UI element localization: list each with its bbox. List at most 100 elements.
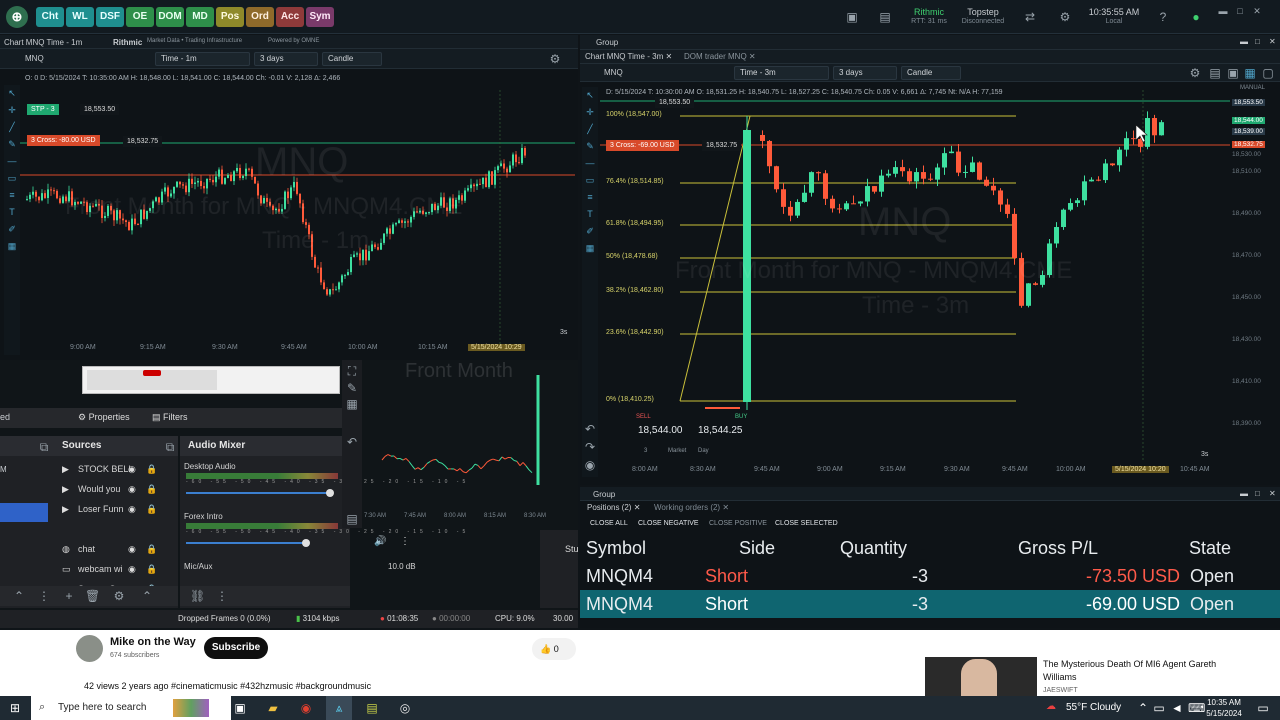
settings-icon[interactable]: ⚙ [548, 52, 562, 66]
timeframe-select[interactable]: Time - 1m [155, 52, 250, 66]
eye-icon[interactable]: ◉ [583, 458, 597, 472]
rect-tool-icon[interactable]: ▭ [582, 172, 598, 189]
ruler-tool-icon[interactable]: ▦ [4, 238, 20, 255]
source-item[interactable]: ▶ Loser Funn ◉ 🔒 [60, 499, 172, 519]
toolbar-button-cht[interactable]: Cht [36, 7, 64, 27]
minimize-icon[interactable]: ▬ [1216, 4, 1230, 18]
line-tool-icon[interactable]: ╱ [4, 119, 20, 136]
symbol-selector[interactable]: MNQ [604, 68, 623, 77]
maximize-icon[interactable]: □ [1255, 37, 1260, 46]
lock-icon[interactable]: 🔒 [146, 559, 157, 579]
fib-tool-icon[interactable]: ≡ [4, 187, 20, 204]
toolbar-button-pos[interactable]: Pos [216, 7, 244, 27]
filters-button[interactable]: ▤ Filters [152, 412, 188, 423]
stop-order-tag[interactable]: STP - 3 [27, 104, 59, 115]
dock-icon[interactable]: ⧉ [163, 440, 177, 454]
maximize-icon[interactable]: □ [1233, 4, 1247, 18]
rithmic-connection[interactable]: Rithmic RTT: 31 ms [905, 7, 953, 27]
toolbar-button-wl[interactable]: WL [66, 7, 94, 27]
table-row[interactable]: MNQM4 Short -3 -73.50 USD Open [580, 562, 1280, 590]
more-icon[interactable]: ⋮ [400, 536, 410, 547]
limit-order-tag[interactable]: 3 Cross: -69.00 USD [606, 140, 679, 151]
topstep-connection[interactable]: Topstep Disconnected [960, 7, 1006, 27]
chevron-up-icon[interactable]: ⌃ [12, 589, 26, 603]
action-close-all[interactable]: CLOSE ALL [586, 518, 632, 530]
volume-slider-knob[interactable] [326, 489, 334, 497]
limit-order-tag[interactable]: 3 Cross: -80.00 USD [27, 135, 100, 146]
hline-tool-icon[interactable]: — [582, 155, 598, 172]
link-icon[interactable]: ⛓ [190, 589, 205, 603]
chrome-icon[interactable]: ◉ [299, 701, 313, 715]
toolbar-button-ord[interactable]: Ord [246, 7, 274, 27]
file-explorer-icon[interactable]: ▰ [266, 701, 280, 715]
lock-icon[interactable]: 🔒 [146, 479, 157, 499]
eye-icon[interactable]: ◉ [128, 539, 136, 559]
action-close-positive[interactable]: CLOSE POSITIVE [705, 518, 771, 530]
properties-button[interactable]: ⚙ Properties [78, 412, 130, 423]
chevron-up-icon[interactable]: ⌃ [140, 589, 154, 603]
back-icon[interactable]: ↶ [583, 422, 597, 436]
channel-avatar[interactable] [76, 635, 103, 662]
network-icon[interactable]: ▭ [1152, 701, 1166, 715]
selected-scene[interactable] [0, 503, 48, 522]
lock-icon[interactable]: ▣ [845, 10, 859, 24]
obs-icon[interactable]: ◎ [398, 701, 412, 715]
source-item[interactable]: ▶ STOCK BELI ◉ 🔒 [60, 459, 172, 479]
toolbar-button-md[interactable]: MD [186, 7, 214, 27]
chart-style-select[interactable]: Candle [322, 52, 382, 66]
crosshair-tool-icon[interactable]: ✛ [582, 104, 598, 121]
studio-mode-button[interactable]: Stu [565, 544, 579, 554]
volume-slider[interactable] [186, 492, 328, 494]
toolbar-button-dsf[interactable]: DSF [96, 7, 124, 27]
brush-tool-icon[interactable]: ✐ [4, 221, 20, 238]
source-item[interactable]: ▭ webcam wi ◉ 🔒 [60, 559, 172, 579]
gear-icon[interactable]: ⚙ [112, 589, 126, 603]
column-header[interactable]: Symbol [586, 538, 646, 559]
crosshair-tool-icon[interactable]: ✛ [4, 102, 20, 119]
dock-icon[interactable]: ⧉ [37, 440, 51, 454]
volume-icon[interactable]: ◄ [1170, 701, 1184, 715]
lock-icon[interactable]: 🔒 [146, 459, 157, 479]
tab-chart[interactable]: Chart MNQ Time - 3m ✕ [585, 52, 672, 61]
app-logo-icon[interactable]: ⊕ [6, 6, 28, 28]
symbol-selector[interactable]: MNQ [25, 54, 44, 63]
ruler-tool-icon[interactable]: ▦ [582, 240, 598, 257]
tab-working-orders[interactable]: Working orders (2) ✕ [654, 503, 729, 512]
lock-icon[interactable]: 🔒 [146, 539, 157, 559]
maximize-icon[interactable]: □ [1255, 489, 1260, 498]
settings-icon[interactable]: ⚙ [1188, 66, 1202, 80]
eye-icon[interactable]: ◉ [128, 459, 136, 479]
brush-tool-icon[interactable]: ✐ [582, 223, 598, 240]
column-header[interactable]: State [1189, 538, 1231, 559]
taskbar-search[interactable]: ⌕ Type here to search [31, 696, 231, 720]
recommended-thumbnail[interactable] [925, 657, 1037, 696]
column-header[interactable]: Quantity [840, 538, 907, 559]
user-icon[interactable]: ● [1189, 10, 1203, 24]
pen-icon[interactable]: ✎ [345, 381, 359, 395]
active-app[interactable]: ⩓ [326, 696, 352, 720]
toolbar-button-dom[interactable]: DOM [156, 7, 184, 27]
close-icon[interactable]: ✕ [1269, 489, 1276, 498]
channel-name[interactable]: Mike on the Way [110, 636, 196, 648]
notifications-icon[interactable]: ▭ [1256, 701, 1270, 715]
trash-icon[interactable]: 🗑 [85, 589, 100, 603]
order-type[interactable]: Market [668, 448, 686, 454]
action-close-selected[interactable]: CLOSE SELECTED [771, 518, 842, 530]
column-header[interactable]: Gross P/L [1018, 538, 1098, 559]
minimize-icon[interactable]: ▬ [1240, 489, 1248, 498]
fib-tool-icon[interactable]: ≡ [582, 189, 598, 206]
sync-icon[interactable]: ⇄ [1023, 10, 1037, 24]
keyboard-icon[interactable]: ⌨ [1188, 701, 1205, 715]
speaker-icon[interactable]: 🔊 [374, 536, 386, 547]
grid-icon[interactable]: ▦ [345, 397, 359, 411]
order-panel-icon[interactable]: ▦ [1243, 66, 1257, 80]
eye-icon[interactable]: ◉ [128, 559, 136, 579]
chart-style-select[interactable]: Candle [901, 66, 961, 80]
subscribe-button[interactable]: Subscribe [204, 637, 268, 659]
taskbar-clock[interactable]: 10:35 AM 5/15/2024 [1206, 697, 1242, 719]
line-tool-icon[interactable]: ╱ [582, 121, 598, 138]
eye-icon[interactable]: ◉ [128, 499, 136, 519]
order-duration[interactable]: Day [698, 448, 709, 454]
camera-icon[interactable]: ▣ [1226, 66, 1240, 80]
cursor-tool-icon[interactable]: ↖ [582, 87, 598, 104]
